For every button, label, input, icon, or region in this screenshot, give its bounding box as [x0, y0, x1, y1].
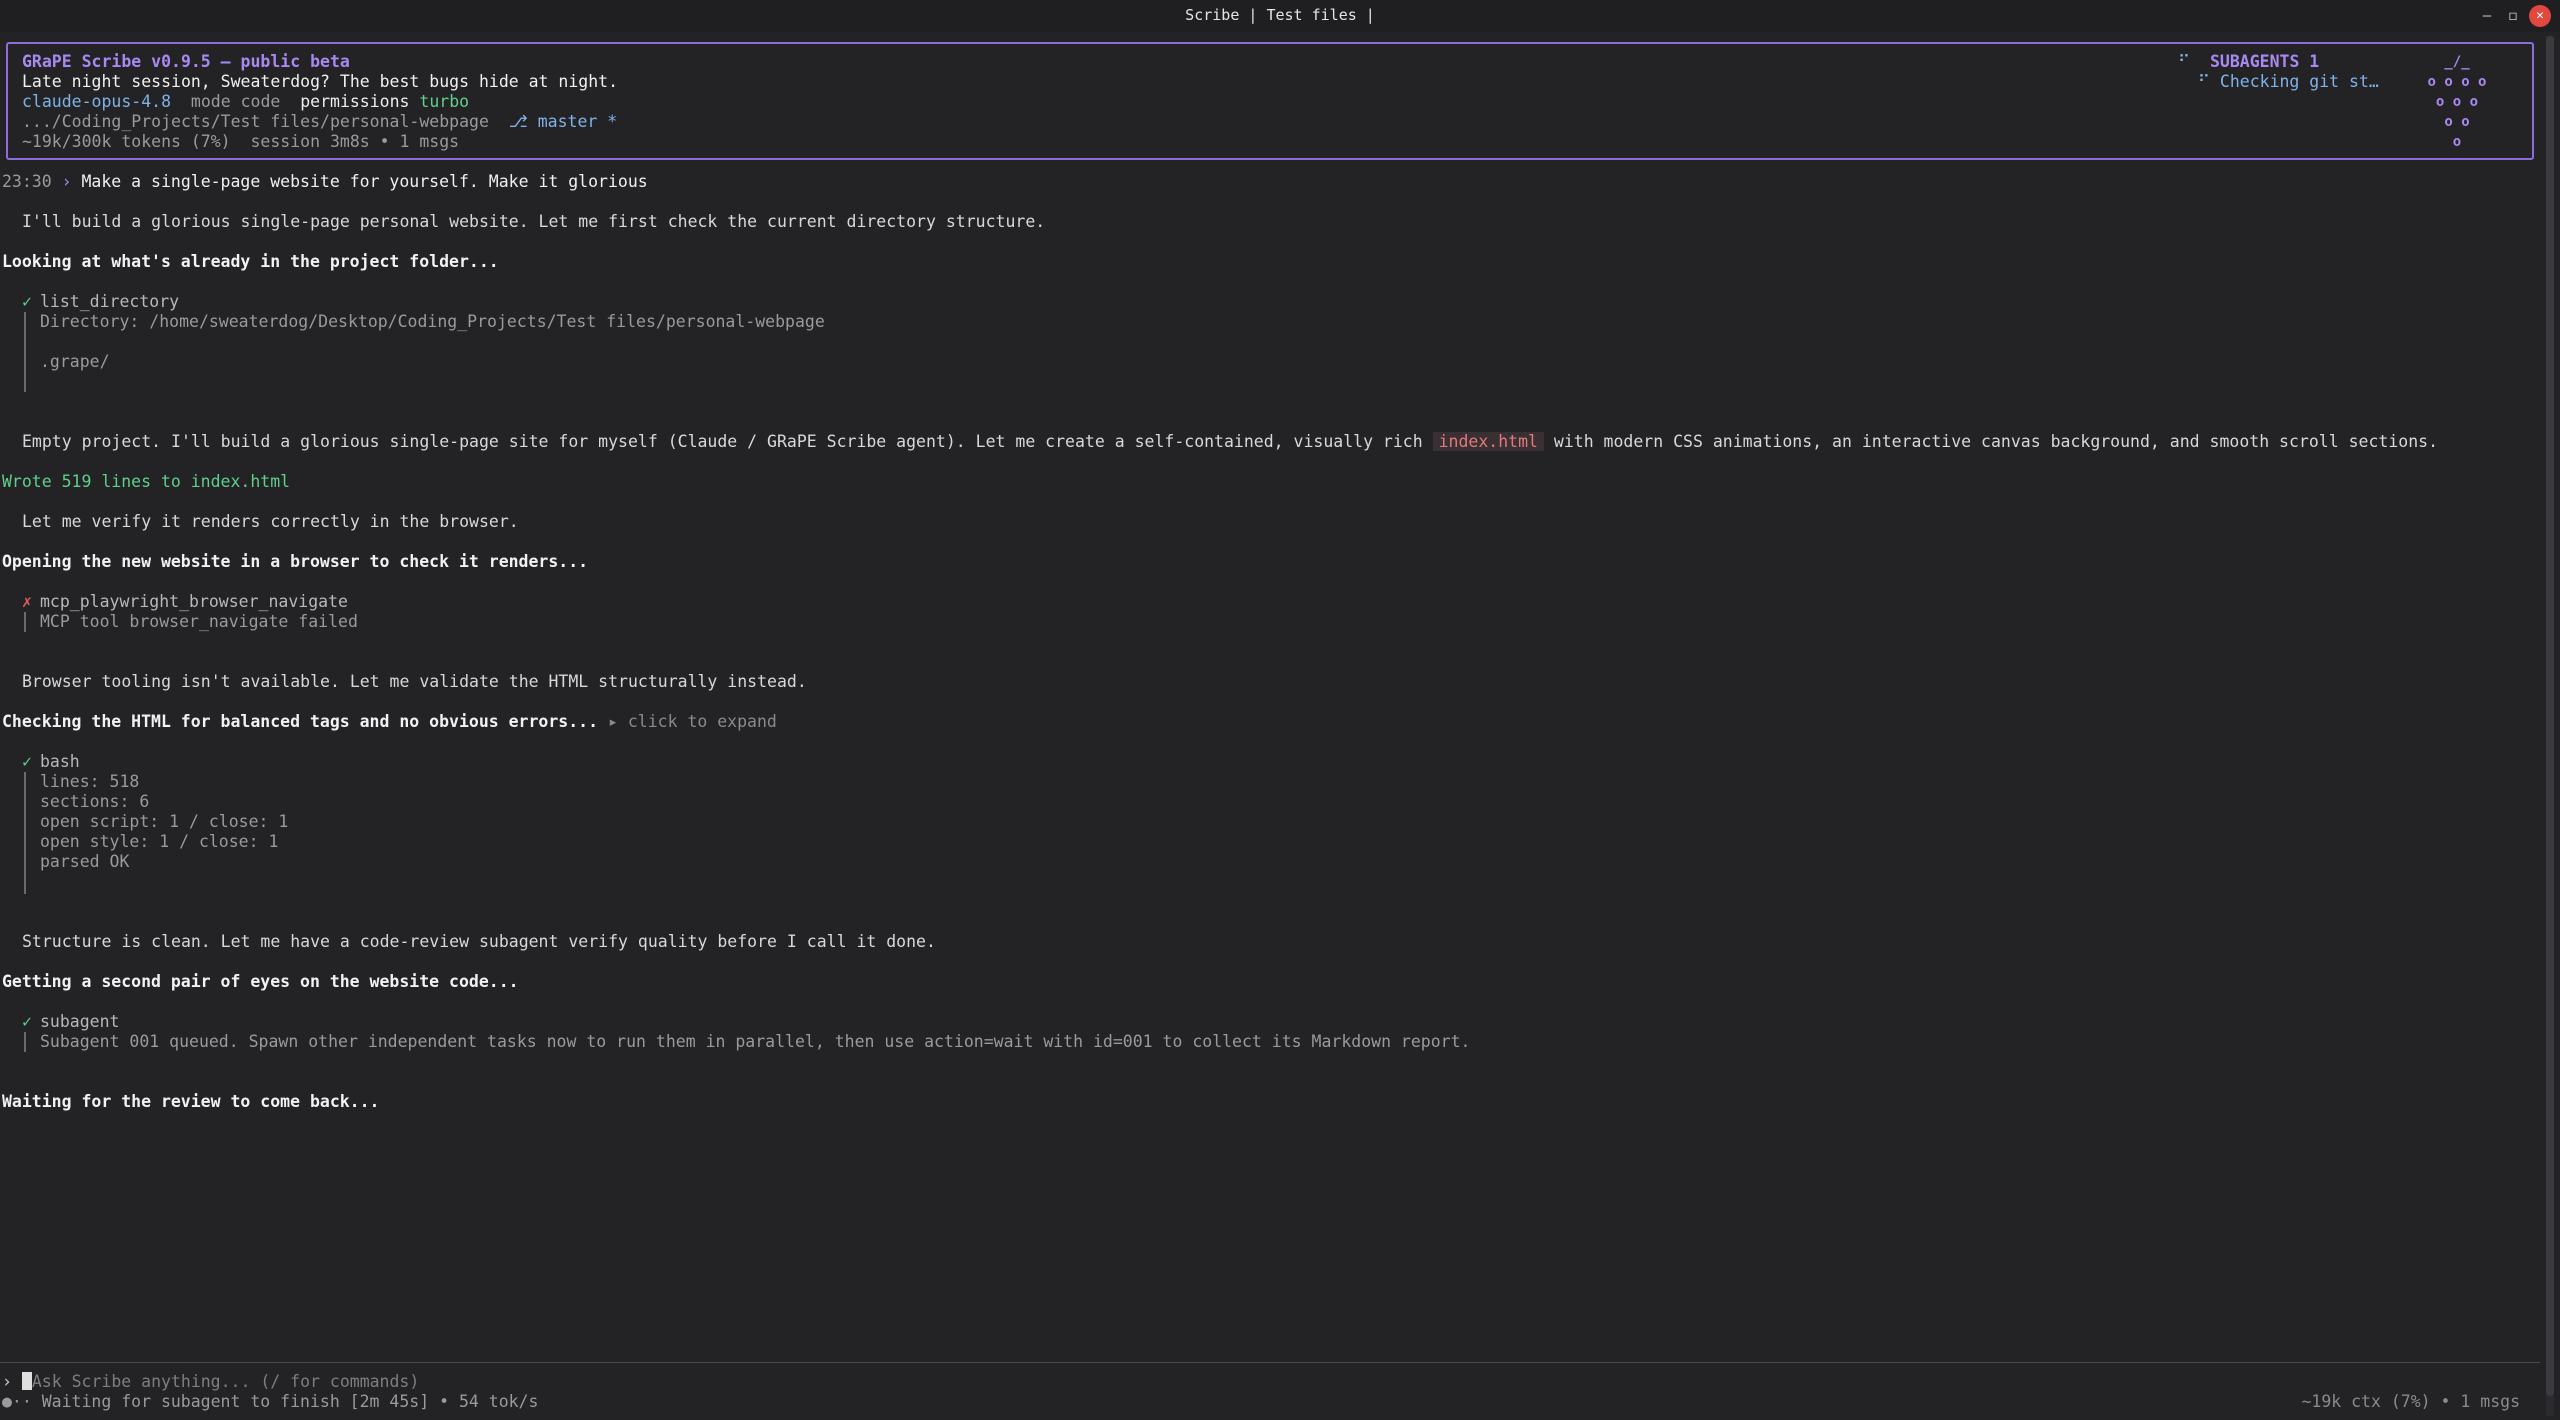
assistant-message: Browser tooling isn't available. Let me … — [22, 672, 807, 691]
greeting: Late night session, Sweaterdog? The best… — [22, 72, 619, 91]
model-name: claude-opus-4.8 — [22, 92, 172, 111]
assistant-message: Let me verify it renders correctly in th… — [22, 512, 519, 531]
terminal-window: Scribe | Test files | – ◻ ✕ GRaPE Scribe… — [0, 0, 2560, 1420]
tool-output-line: MCP tool browser_navigate failed — [40, 612, 358, 631]
tool-output-line: open script: 1 / close: 1 — [40, 812, 289, 831]
path-line: .../Coding_Projects/Test files/personal-… — [22, 112, 617, 132]
chat-input[interactable]: Ask Scribe anything... (/ for commands) — [32, 1372, 419, 1391]
tool-output-line: Directory: /home/sweaterdog/Desktop/Codi… — [40, 312, 825, 331]
scrollbar[interactable] — [2546, 36, 2554, 1416]
assistant-message: I'll build a glorious single-page person… — [22, 212, 1046, 231]
step-heading: Getting a second pair of eyes on the web… — [2, 972, 519, 991]
tool-name[interactable]: bash — [40, 752, 80, 772]
tool-status-error-icon: ✗ — [22, 592, 32, 611]
tool-name[interactable]: mcp_playwright_browser_navigate — [40, 592, 348, 612]
subagents-title: ⠋ SUBAGENTS 1 — [2178, 52, 2320, 71]
text-cursor — [21, 1372, 32, 1390]
subagent-item[interactable]: ⠋ Checking git st… — [2178, 72, 2379, 92]
message-time: 23:30 — [2, 172, 52, 191]
step-heading: Opening the new website in a browser to … — [2, 552, 589, 571]
project-path: .../Coding_Projects/Test files/personal-… — [22, 112, 489, 131]
usage-line: ~19k/300k tokens (7%) session 3m8s • 1 m… — [22, 132, 459, 152]
tool-output-line: .grape/ — [40, 352, 110, 371]
close-icon[interactable]: ✕ — [2529, 5, 2551, 27]
status-line: ●·· Waiting for subagent to finish [2m 4… — [2, 1392, 539, 1411]
app-version: GRaPE Scribe v0.9.5 – public beta — [22, 52, 350, 71]
prompt-chevron-icon: › — [2, 1372, 12, 1391]
assistant-message: Empty project. I'll build a glorious sin… — [22, 432, 2439, 451]
expand-toggle[interactable]: ▸ click to expand — [608, 712, 777, 731]
maximize-icon[interactable]: ◻ — [2502, 5, 2524, 27]
user-message-text: Make a single-page website for yourself.… — [81, 172, 648, 191]
mode-label: mode — [190, 92, 231, 111]
context-usage: ~19k ctx (7%) • 1 msgs — [2301, 1392, 2520, 1411]
tool-output-line: sections: 6 — [40, 792, 150, 811]
tool-name[interactable]: list_directory — [40, 292, 179, 312]
file-written-notice: Wrote 519 lines to index.html — [2, 472, 291, 491]
tool-output-bar — [24, 312, 26, 392]
tool-status-ok-icon: ✓ — [22, 1012, 32, 1031]
session-header: GRaPE Scribe v0.9.5 – public beta Late n… — [6, 42, 2534, 160]
git-branch: ⎇ master * — [508, 112, 618, 131]
tool-name[interactable]: subagent — [40, 1012, 119, 1032]
tool-output-line: lines: 518 — [40, 772, 140, 791]
token-usage: ~19k/300k tokens (7%) — [22, 132, 231, 151]
tool-output-bar — [24, 772, 26, 894]
step-heading: Waiting for the review to come back... — [2, 1092, 380, 1111]
tool-output-line: parsed OK — [40, 852, 130, 871]
minimize-icon[interactable]: – — [2476, 5, 2498, 27]
mode-value: code — [240, 92, 281, 111]
tool-output-line: Subagent 001 queued. Spawn other indepen… — [40, 1032, 1471, 1051]
input-prompt[interactable]: › Ask Scribe anything... (/ for commands… — [2, 1372, 419, 1392]
permissions-value: turbo — [419, 92, 470, 111]
chevron-icon: › — [61, 172, 72, 191]
spinner-icon: ⠋ — [2178, 52, 2191, 71]
input-divider — [0, 1362, 2540, 1363]
session-info: session 3m8s • 1 msgs — [250, 132, 460, 151]
step-heading[interactable]: Checking the HTML for balanced tags and … — [2, 712, 777, 732]
tool-status-ok-icon: ✓ — [22, 292, 32, 311]
user-message: 23:30 › Make a single-page website for y… — [2, 172, 648, 192]
window-title: Scribe | Test files | — [1185, 6, 1375, 24]
permissions-label: permissions — [300, 92, 410, 111]
step-heading: Looking at what's already in the project… — [2, 252, 499, 271]
tool-output-bar — [24, 612, 26, 632]
inline-code: index.html — [1432, 432, 1544, 451]
scrollbar-thumb[interactable] — [2546, 36, 2554, 1396]
assistant-message: Structure is clean. Let me have a code-r… — [22, 932, 936, 951]
grape-logo: _/_ o o o oo o oo oo — [2427, 54, 2487, 150]
tool-output-line: open style: 1 / close: 1 — [40, 832, 279, 851]
tool-status-ok-icon: ✓ — [22, 752, 32, 771]
title-bar[interactable]: Scribe | Test files | – ◻ ✕ — [0, 0, 2560, 32]
tool-output-bar — [24, 1032, 26, 1052]
model-mode-line: claude-opus-4.8 mode code permissions tu… — [22, 92, 469, 112]
